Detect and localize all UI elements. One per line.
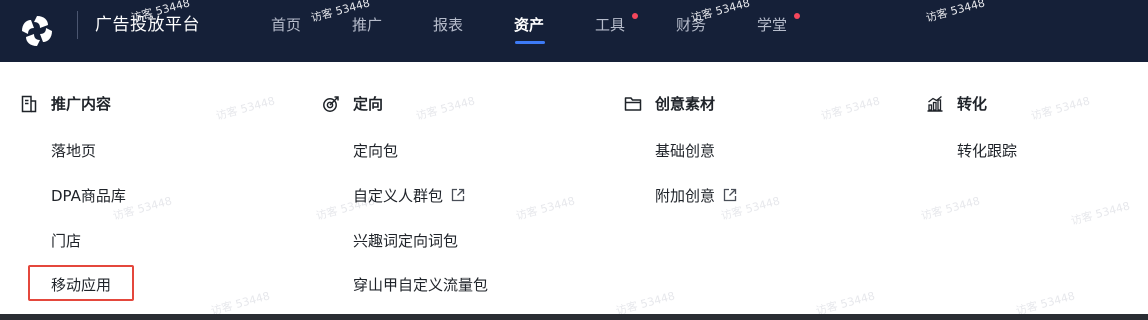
menu-item-stores[interactable]: 门店	[51, 229, 81, 253]
folder-icon	[624, 97, 642, 111]
menu-item-basic-creative[interactable]: 基础创意	[655, 139, 715, 163]
menu-item-landing-page[interactable]: 落地页	[51, 139, 96, 163]
watermark: 访客 53448	[819, 94, 882, 123]
bar-chart-icon	[927, 95, 943, 112]
watermark: 访客 53448	[514, 194, 577, 223]
column-title: 创意素材	[655, 95, 716, 113]
pinwheel-logo-icon[interactable]	[18, 12, 56, 50]
watermark: 访客 53448	[1029, 94, 1092, 123]
nav-tools[interactable]: 工具	[595, 11, 625, 39]
document-icon	[21, 95, 37, 113]
nav-home[interactable]: 首页	[271, 11, 301, 39]
nav-assets[interactable]: 资产	[514, 11, 544, 39]
external-link-icon	[451, 188, 465, 202]
top-nav-bar: 广告投放平台 首页 推广 报表 资产 工具 财务 学堂	[0, 0, 1148, 62]
bottom-edge-bar	[0, 314, 1148, 320]
menu-item-label: 附加创意	[655, 187, 716, 205]
watermark: 访客 53448	[919, 194, 982, 223]
menu-item-label: 自定义人群包	[353, 187, 444, 205]
column-title: 转化	[957, 95, 988, 113]
highlight-box	[28, 265, 134, 301]
column-title: 推广内容	[51, 95, 112, 113]
menu-item-custom-audience[interactable]: 自定义人群包	[353, 184, 465, 208]
academy-notification-dot	[794, 13, 800, 19]
target-icon	[323, 96, 339, 112]
brand-divider	[77, 11, 78, 39]
nav-reports[interactable]: 报表	[433, 11, 463, 39]
brand-name[interactable]: 广告投放平台	[95, 11, 200, 39]
menu-item-dpa-catalog[interactable]: DPA商品库	[51, 184, 126, 208]
nav-finance[interactable]: 财务	[676, 11, 706, 39]
menu-item-additional-creative[interactable]: 附加创意	[655, 184, 737, 208]
menu-item-interest-keywords[interactable]: 兴趣词定向词包	[353, 229, 458, 253]
tools-notification-dot	[632, 13, 638, 19]
watermark: 访客 53448	[1069, 199, 1132, 228]
watermark: 访客 53448	[214, 94, 277, 123]
menu-item-pangle-traffic-package[interactable]: 穿山甲自定义流量包	[353, 273, 488, 297]
nav-academy[interactable]: 学堂	[757, 11, 787, 39]
nav-promotion[interactable]: 推广	[352, 11, 382, 39]
menu-item-targeting-package[interactable]: 定向包	[353, 139, 398, 163]
external-link-icon	[723, 188, 737, 202]
column-title: 定向	[353, 95, 384, 113]
watermark: 访客 53448	[414, 94, 477, 123]
active-tab-indicator	[515, 41, 545, 44]
menu-item-conversion-tracking[interactable]: 转化跟踪	[957, 139, 1017, 163]
